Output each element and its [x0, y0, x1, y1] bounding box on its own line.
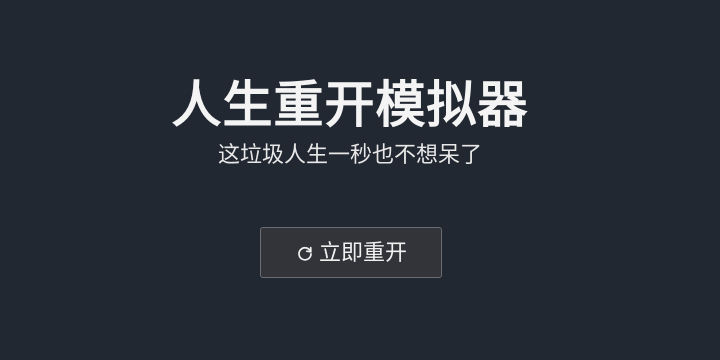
page-title: 人生重开模拟器 [171, 76, 529, 134]
restart-button-label: 立即重开 [318, 239, 407, 265]
page-subtitle: 这垃圾人生一秒也不想呆了 [217, 143, 482, 168]
home-screen: 人生重开模拟器 这垃圾人生一秒也不想呆了 立即重开 [0, 0, 720, 360]
restart-button[interactable]: 立即重开 [260, 227, 442, 278]
refresh-icon [295, 243, 315, 263]
